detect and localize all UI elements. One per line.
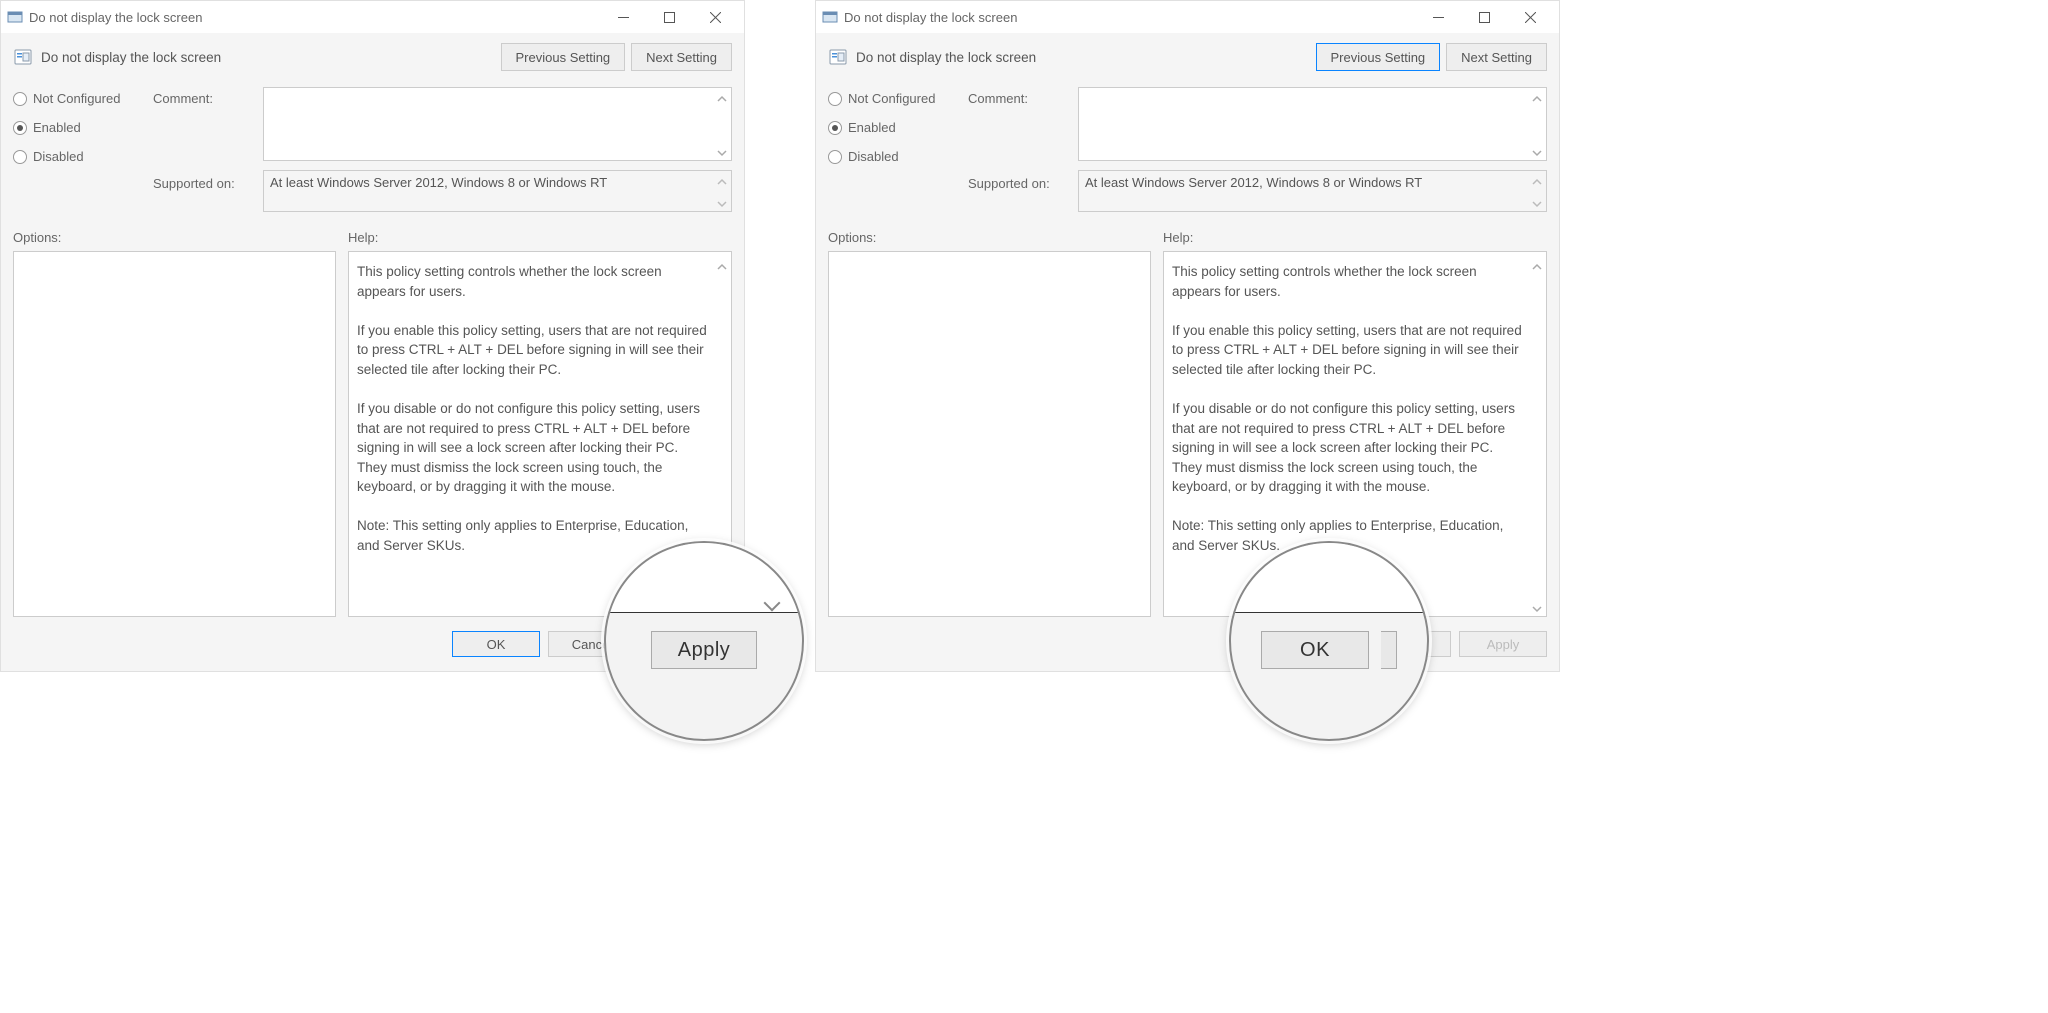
radio-label: Disabled: [33, 149, 84, 164]
radio-disabled[interactable]: Disabled: [828, 149, 958, 164]
apply-button-zoom[interactable]: Apply: [651, 631, 758, 669]
supported-on-box: At least Windows Server 2012, Windows 8 …: [263, 170, 732, 212]
maximize-button[interactable]: [1461, 1, 1507, 33]
radio-disabled[interactable]: Disabled: [13, 149, 143, 164]
header-row: Do not display the lock screen Previous …: [1, 33, 744, 77]
chevron-down-icon[interactable]: [1532, 146, 1542, 156]
supported-on-text: At least Windows Server 2012, Windows 8 …: [1085, 175, 1422, 190]
adjacent-button-slice: [1381, 631, 1397, 669]
chevron-up-icon: [717, 175, 727, 185]
zoom-callout-apply: Apply: [604, 541, 804, 741]
help-text: This policy setting controls whether the…: [357, 262, 711, 301]
ok-button-zoom[interactable]: OK: [1261, 631, 1369, 669]
help-text: This policy setting controls whether the…: [1172, 262, 1526, 301]
comment-textarea[interactable]: [1078, 87, 1547, 161]
radio-label: Not Configured: [33, 91, 120, 106]
supported-on-box: At least Windows Server 2012, Windows 8 …: [1078, 170, 1547, 212]
chevron-up-icon[interactable]: [1532, 92, 1542, 102]
radio-label: Enabled: [33, 120, 81, 135]
previous-setting-button[interactable]: Previous Setting: [1316, 43, 1441, 71]
comment-label: Comment:: [153, 87, 253, 164]
radio-label: Disabled: [848, 149, 899, 164]
state-radio-group: Not Configured Enabled Disabled: [13, 87, 143, 164]
gpedit-dialog-right: Do not display the lock screen Do not di…: [815, 0, 1560, 672]
window-title: Do not display the lock screen: [29, 10, 600, 25]
radio-label: Enabled: [848, 120, 896, 135]
header-row: Do not display the lock screen Previous …: [816, 33, 1559, 77]
next-setting-button[interactable]: Next Setting: [631, 43, 732, 71]
ok-button[interactable]: OK: [452, 631, 540, 657]
close-button[interactable]: [692, 1, 738, 33]
previous-setting-button[interactable]: Previous Setting: [501, 43, 626, 71]
close-button[interactable]: [1507, 1, 1553, 33]
comment-textarea[interactable]: [263, 87, 732, 161]
help-label: Help:: [1163, 230, 1547, 245]
help-text: If you disable or do not configure this …: [1172, 399, 1526, 497]
chevron-up-icon[interactable]: [717, 92, 727, 102]
gpedit-dialog-left: Do not display the lock screen Do not di…: [0, 0, 745, 672]
dialog-footer: OK Cancel Apply: [816, 631, 1559, 671]
zoom-callout-ok: OK: [1229, 541, 1429, 741]
policy-title: Do not display the lock screen: [41, 50, 493, 65]
help-text: If you enable this policy setting, users…: [1172, 321, 1526, 380]
comment-label: Comment:: [968, 87, 1068, 164]
options-panel: [828, 251, 1151, 617]
supported-label: Supported on:: [968, 170, 1068, 191]
chevron-down-icon: [1532, 197, 1542, 207]
state-radio-group: Not Configured Enabled Disabled: [828, 87, 958, 164]
window-icon: [822, 9, 838, 25]
chevron-down-icon[interactable]: [1532, 600, 1542, 610]
window-title: Do not display the lock screen: [844, 10, 1415, 25]
window-buttons: [1415, 1, 1553, 33]
maximize-button[interactable]: [646, 1, 692, 33]
supported-label: Supported on:: [153, 170, 253, 191]
chevron-down-icon[interactable]: [717, 146, 727, 156]
minimize-button[interactable]: [600, 1, 646, 33]
help-text: If you enable this policy setting, users…: [357, 321, 711, 380]
policy-icon: [13, 47, 33, 67]
radio-not-configured[interactable]: Not Configured: [828, 91, 958, 106]
minimize-button[interactable]: [1415, 1, 1461, 33]
radio-enabled[interactable]: Enabled: [828, 120, 958, 135]
window-buttons: [600, 1, 738, 33]
options-panel: [13, 251, 336, 617]
chevron-up-icon[interactable]: [717, 258, 727, 268]
titlebar: Do not display the lock screen: [816, 1, 1559, 33]
policy-title: Do not display the lock screen: [856, 50, 1308, 65]
policy-icon: [828, 47, 848, 67]
help-label: Help:: [348, 230, 732, 245]
radio-label: Not Configured: [848, 91, 935, 106]
chevron-up-icon[interactable]: [1532, 258, 1542, 268]
supported-on-text: At least Windows Server 2012, Windows 8 …: [270, 175, 607, 190]
radio-enabled[interactable]: Enabled: [13, 120, 143, 135]
chevron-up-icon: [1532, 175, 1542, 185]
help-text: If you disable or do not configure this …: [357, 399, 711, 497]
next-setting-button[interactable]: Next Setting: [1446, 43, 1547, 71]
options-label: Options:: [828, 230, 1151, 245]
window-icon: [7, 9, 23, 25]
apply-button[interactable]: Apply: [1459, 631, 1547, 657]
titlebar: Do not display the lock screen: [1, 1, 744, 33]
options-label: Options:: [13, 230, 336, 245]
chevron-down-icon: [717, 197, 727, 207]
radio-not-configured[interactable]: Not Configured: [13, 91, 143, 106]
